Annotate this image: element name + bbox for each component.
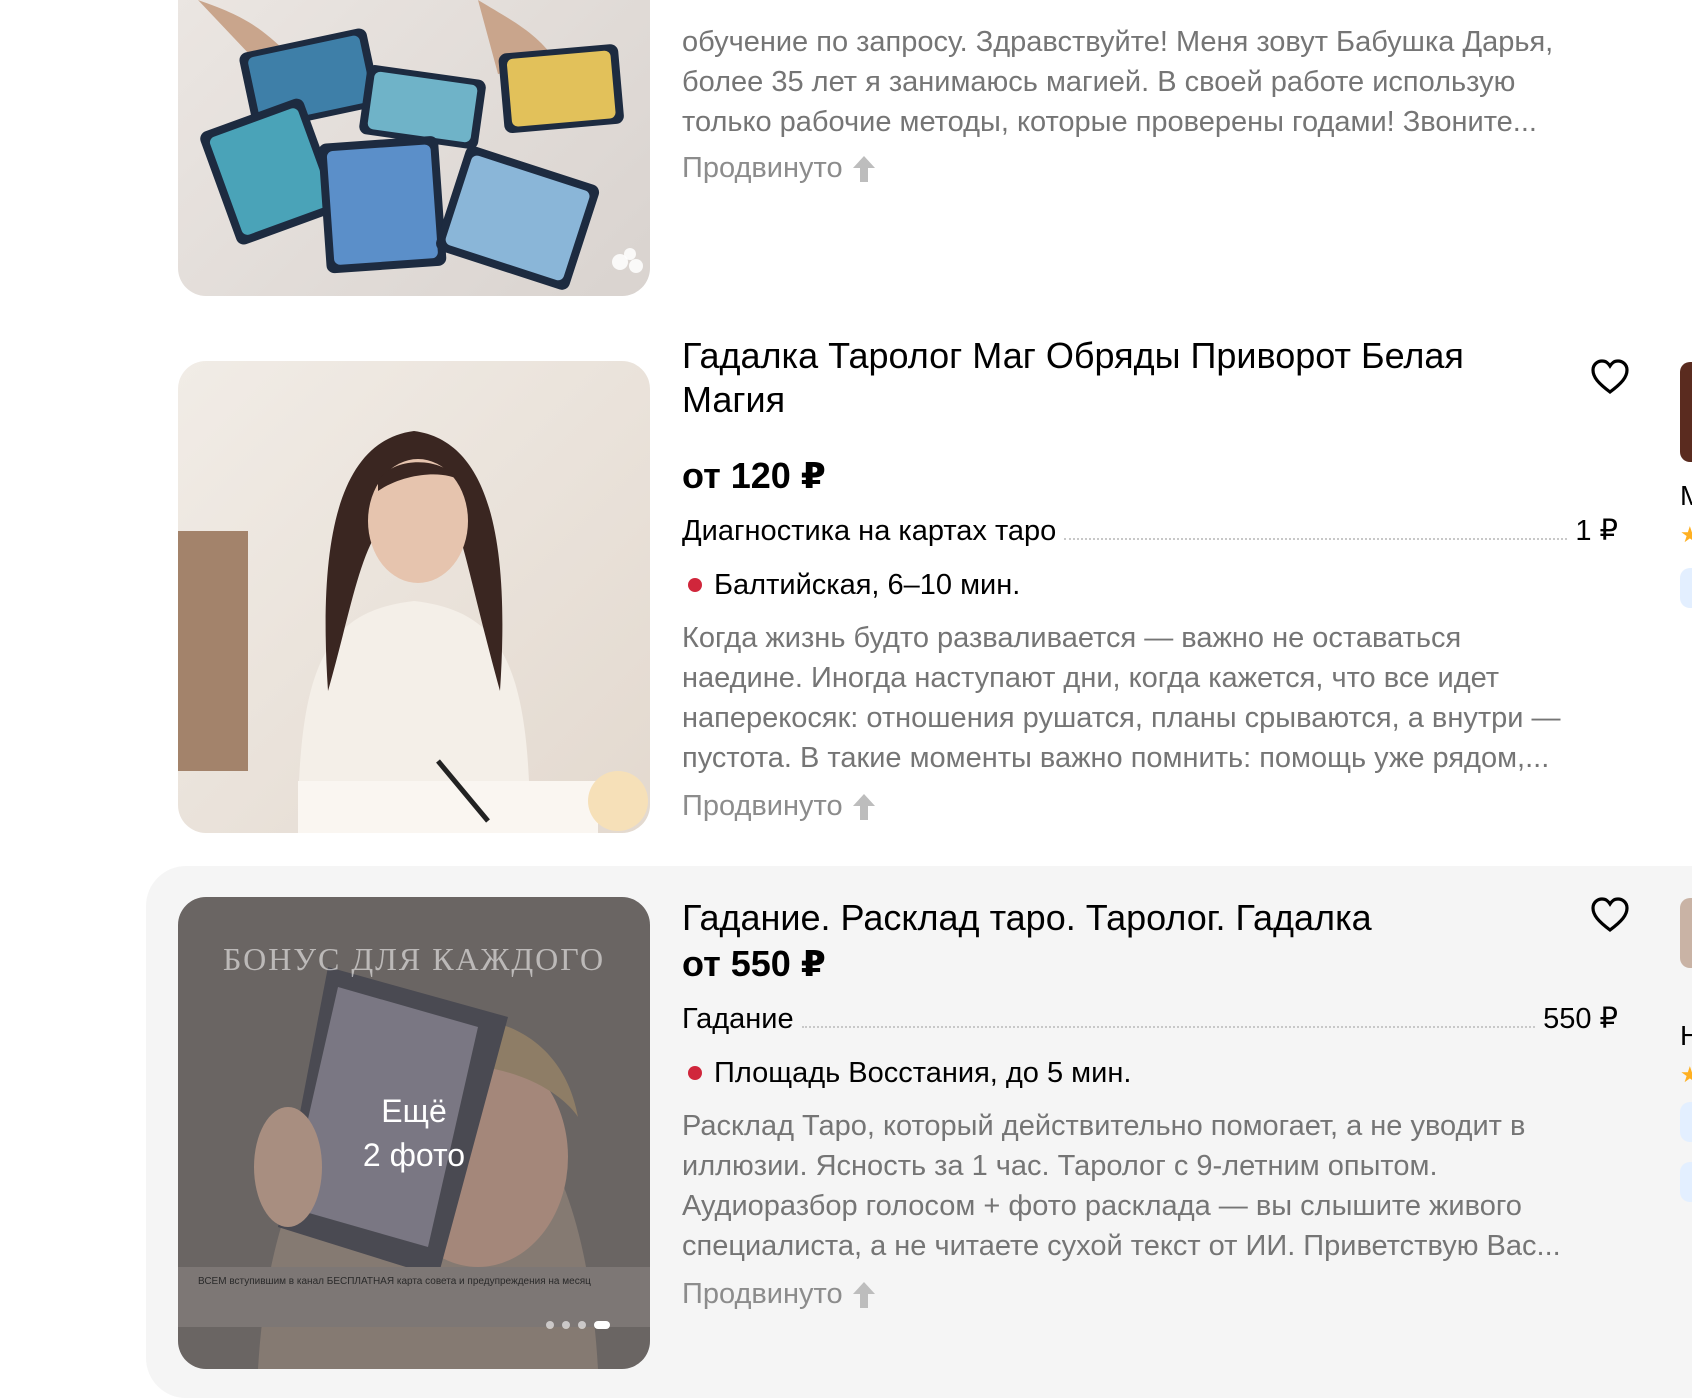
side-letter: М	[1680, 480, 1692, 511]
side-thumbnail[interactable]	[1680, 362, 1692, 462]
side-thumbnail[interactable]	[1680, 898, 1692, 968]
star-icon: ★	[1680, 1062, 1692, 1087]
description-line: только рабочие методы, которые проверены…	[682, 106, 1537, 138]
listing-description: Когда жизнь будто разваливается — важно …	[682, 618, 1632, 778]
description-line: обучение по запросу. Здравствуйте! Меня …	[682, 26, 1554, 58]
description-line: пустота. В такие моменты важно помнить: …	[682, 742, 1550, 774]
metro-line-icon	[688, 578, 702, 592]
promoted-label: Продвинуто	[682, 1278, 843, 1310]
arrow-up-icon	[852, 155, 875, 182]
listing-description: обучение по запросу. Здравствуйте! Меня …	[682, 22, 1632, 142]
listing-photo[interactable]	[178, 0, 650, 296]
photo-pagination[interactable]	[178, 1321, 650, 1329]
promoted-badge: Продвинуто	[682, 1278, 877, 1311]
service-price: 1 ₽	[1575, 515, 1618, 547]
description-line: Когда жизнь будто разваливается — важно …	[682, 622, 1462, 654]
tarot-woman-photo: БОНУС ДЛЯ КАЖДОГО ВСЕМ вступившим в кана…	[178, 897, 650, 1369]
service-price-row: Диагностика на картах таро 1 ₽	[682, 510, 1618, 548]
side-button[interactable]	[1680, 1102, 1692, 1142]
listing-title[interactable]: Гадалка Таролог Маг Обряды Приворот Бела…	[682, 334, 1542, 422]
listing-card[interactable]: обучение по запросу. Здравствуйте! Меня …	[0, 0, 1692, 300]
description-line: Аудиоразбор голосом + фото расклада — вы…	[682, 1190, 1522, 1222]
promoted-label: Продвинуто	[682, 790, 843, 822]
service-price-row: Гадание 550 ₽	[682, 998, 1618, 1036]
side-letter: Н	[1680, 1020, 1692, 1051]
more-photos-label: Ещё	[381, 1093, 447, 1129]
metro-label: Балтийская, 6–10 мин.	[714, 569, 1021, 601]
woman-writing-photo	[178, 361, 650, 833]
arrow-up-icon	[852, 793, 875, 820]
pagination-dot[interactable]	[562, 1321, 570, 1329]
description-line: наперекосяк: отношения рушатся, планы ср…	[682, 702, 1561, 734]
star-icon: ★	[1680, 522, 1692, 547]
listing-card[interactable]: БОНУС ДЛЯ КАЖДОГО ВСЕМ вступившим в кана…	[146, 866, 1692, 1398]
service-name: Диагностика на картах таро	[682, 515, 1057, 547]
listing-description: Расклад Таро, который действительно помо…	[682, 1106, 1632, 1266]
dotted-leader	[1064, 538, 1568, 540]
arrow-up-icon	[852, 1281, 875, 1308]
multiple-photos-icon	[612, 248, 643, 273]
description-line: более 35 лет я занимаюсь магией. В своей…	[682, 66, 1516, 98]
pagination-dot[interactable]	[578, 1321, 586, 1329]
promoted-badge: Продвинуто	[682, 790, 877, 823]
service-name: Гадание	[682, 1003, 794, 1035]
more-photos-overlay[interactable]: Ещё 2 фото	[178, 897, 650, 1369]
description-line: иллюзии. Ясность за 1 час. Таролог с 9-л…	[682, 1150, 1438, 1182]
listing-card[interactable]: Гадалка Таролог Маг Обряды Приворот Бела…	[0, 335, 1692, 840]
tarot-cards-photo	[178, 0, 650, 296]
description-line: Расклад Таро, который действительно помо…	[682, 1110, 1526, 1142]
metro-station: Площадь Восстания, до 5 мин.	[688, 1056, 1131, 1090]
description-line: специалиста, а не читаете сухой текст от…	[682, 1230, 1561, 1262]
metro-label: Площадь Восстания, до 5 мин.	[714, 1057, 1132, 1089]
heart-icon[interactable]	[1590, 358, 1630, 396]
more-photos-count: 2 фото	[362, 1137, 466, 1173]
dotted-leader	[801, 1026, 1536, 1028]
metro-station: Балтийская, 6–10 мин.	[688, 568, 1020, 602]
promoted-label: Продвинуто	[682, 152, 843, 184]
promoted-badge: Продвинуто	[682, 152, 877, 185]
listing-photo[interactable]	[178, 361, 650, 833]
pagination-dot-active[interactable]	[594, 1321, 610, 1329]
listing-price: от 120 ₽	[682, 455, 826, 496]
description-line: наедине. Иногда наступают дни, когда каж…	[682, 662, 1500, 694]
listing-title[interactable]: Гадание. Расклад таро. Таролог. Гадалка	[682, 896, 1542, 940]
service-price: 550 ₽	[1543, 1003, 1618, 1035]
listing-photo[interactable]: БОНУС ДЛЯ КАЖДОГО ВСЕМ вступившим в кана…	[178, 897, 650, 1369]
side-button[interactable]	[1680, 568, 1692, 608]
listing-price: от 550 ₽	[682, 943, 826, 984]
metro-line-icon	[688, 1066, 702, 1080]
side-button[interactable]	[1680, 1162, 1692, 1202]
pagination-dot[interactable]	[546, 1321, 554, 1329]
heart-icon[interactable]	[1590, 896, 1630, 934]
